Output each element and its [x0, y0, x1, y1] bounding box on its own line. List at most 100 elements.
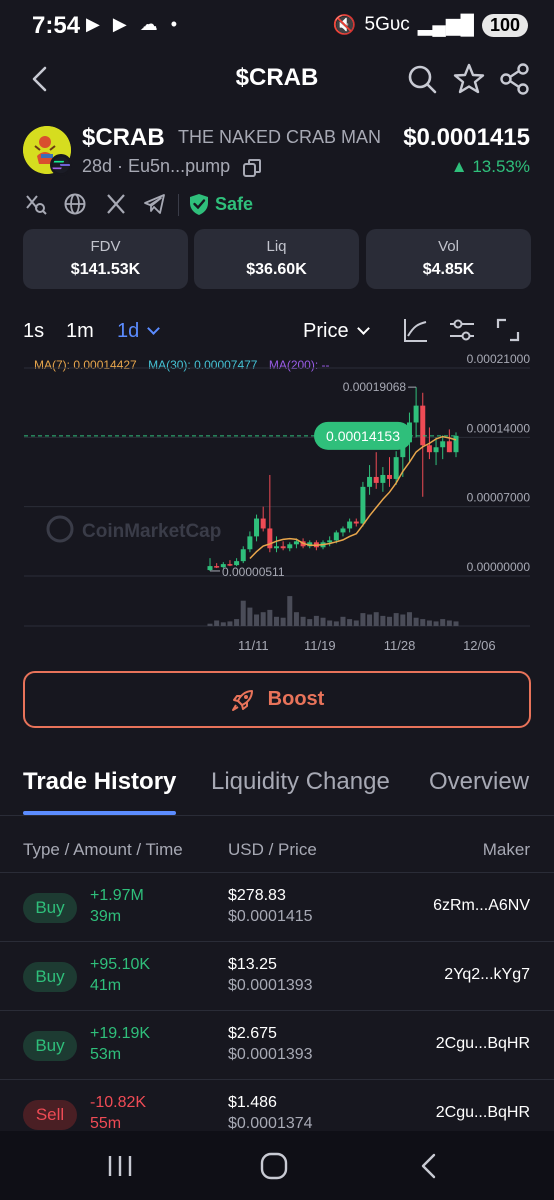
chevron-down-icon [356, 322, 370, 335]
timeframe-1s[interactable]: 1s [23, 320, 44, 343]
header-maker: Maker [482, 840, 530, 859]
trade-amount: +19.19K [90, 1025, 151, 1042]
trade-maker[interactable]: 2Cgu...BqHR [436, 1035, 530, 1053]
candle-body [247, 536, 253, 550]
candle-body [367, 476, 373, 487]
candle-body [433, 447, 439, 453]
links-divider [178, 194, 179, 216]
star-icon[interactable] [452, 62, 486, 96]
line-chart-icon[interactable] [402, 316, 430, 344]
stat-card-fdv: FDV $141.53K [23, 229, 188, 289]
volume-bar [207, 623, 213, 626]
price-chart[interactable]: MA(7): 0.00014427 MA(30): 0.00007477 MA(… [0, 352, 554, 662]
token-header: $CRAB THE NAKED CRAB MAN 28d · Eu5n...pu… [0, 120, 554, 190]
trade-table-header: Type / Amount / Time USD / Price Maker [0, 838, 554, 862]
volume-bar [347, 619, 353, 626]
volume-bar [287, 596, 293, 626]
volume-bar [440, 619, 446, 626]
table-row[interactable]: Buy +95.10K 41m $13.25 $0.0001393 2Yq2..… [0, 941, 554, 1010]
candle-body [287, 544, 293, 549]
indicators-icon[interactable] [448, 316, 476, 344]
price-select[interactable]: Price [303, 320, 370, 343]
coinmarketcap-logo-icon [46, 515, 74, 543]
volume-bar [387, 616, 393, 626]
trade-amount: +1.97M [90, 887, 144, 904]
x-tick-label: 12/06 [463, 638, 496, 653]
safety-status: Safe [215, 194, 254, 214]
trade-age: 39m [90, 908, 122, 925]
boost-button[interactable]: Boost [23, 671, 531, 728]
y-tick-label: 0.00021000 [467, 352, 531, 366]
volume-bar [227, 621, 233, 626]
globe-icon[interactable] [63, 192, 87, 216]
trade-amount: -10.82K [90, 1094, 147, 1111]
low-label: 0.00000511 [222, 565, 285, 579]
y-tick-label: 0.00014000 [467, 421, 531, 435]
network-label: 5Gᴜᴄ [364, 14, 410, 35]
token-price-change: ▲ 13.53% [450, 157, 530, 176]
table-row[interactable]: Buy +1.97M 39m $278.83 $0.0001415 6zRm..… [0, 872, 554, 941]
tab-liquidity-change[interactable]: Liquidity Change [211, 768, 390, 796]
token-links: Safe [0, 190, 554, 220]
volume-bar [220, 622, 226, 626]
volume-bar [247, 607, 253, 626]
candle-body [347, 521, 353, 529]
candle-body [426, 445, 432, 453]
header-usd-price: USD / Price [228, 840, 317, 859]
volume-bar [293, 612, 299, 626]
copy-icon[interactable] [242, 158, 262, 178]
trade-maker[interactable]: 2Yq2...kYg7 [444, 966, 530, 984]
candle-body [420, 405, 426, 446]
stat-label: FDV [90, 238, 121, 255]
recent-apps-icon[interactable] [100, 1151, 140, 1181]
trade-maker[interactable]: 2Cgu...BqHR [436, 1104, 530, 1122]
volume-bar [373, 612, 379, 626]
volume-bar [333, 621, 339, 626]
candle-body [260, 518, 266, 529]
search-icon[interactable] [405, 62, 439, 96]
volume-bar [273, 616, 279, 626]
x-twitter-icon[interactable] [104, 192, 128, 216]
volume-bar [214, 620, 220, 626]
candle-body [207, 566, 213, 571]
trade-type-badge: Buy [23, 1031, 77, 1061]
share-icon[interactable] [498, 62, 532, 96]
tab-overview[interactable]: Overview [429, 768, 529, 796]
table-row[interactable]: Buy +19.19K 53m $2.675 $0.0001393 2Cgu..… [0, 1010, 554, 1079]
stat-value: $36.60K [246, 261, 307, 278]
x-tick-label: 11/28 [384, 638, 416, 653]
notification-icons: ▶ ▶ ☁ • [86, 14, 181, 34]
candle-body [440, 441, 446, 448]
system-nav-bar [0, 1131, 554, 1200]
mute-icon: 🔇 [332, 15, 357, 36]
candle-body [293, 541, 299, 545]
x-search-icon[interactable] [24, 192, 48, 216]
volume-bar [260, 612, 266, 626]
chevron-down-icon [147, 322, 161, 335]
token-name: THE NAKED CRAB MAN [178, 127, 382, 147]
stat-value: $4.85K [422, 261, 475, 278]
tab-trade-history[interactable]: Trade History [23, 768, 176, 796]
trade-type-badge: Sell [23, 1100, 77, 1130]
telegram-icon[interactable] [143, 192, 167, 216]
timeframe-1d[interactable]: 1d [117, 320, 161, 343]
x-tick-label: 11/11 [238, 638, 269, 653]
header-type-amount-time: Type / Amount / Time [23, 840, 183, 859]
candle-body [280, 546, 286, 549]
back-icon[interactable] [410, 1151, 450, 1181]
y-tick-label: 0.00000000 [467, 560, 531, 574]
ma7-line [249, 435, 457, 560]
candlestick-svg: CoinMarketCap 0.00021000 0.00014000 0.0000… [24, 352, 531, 653]
timeframe-1m[interactable]: 1m [66, 320, 94, 343]
volume-bar [393, 613, 399, 626]
trade-type-badge: Buy [23, 962, 77, 992]
fullscreen-icon[interactable] [494, 316, 522, 344]
candle-body [446, 441, 452, 453]
candle-body [353, 521, 359, 524]
volume-bar [234, 619, 240, 626]
trade-maker[interactable]: 6zRm...A6NV [433, 897, 530, 915]
trade-type-badge: Buy [23, 893, 77, 923]
stat-card-liquidity: Liq $36.60K [194, 229, 359, 289]
y-tick-label: 0.00007000 [467, 491, 531, 505]
home-icon[interactable] [254, 1151, 294, 1181]
